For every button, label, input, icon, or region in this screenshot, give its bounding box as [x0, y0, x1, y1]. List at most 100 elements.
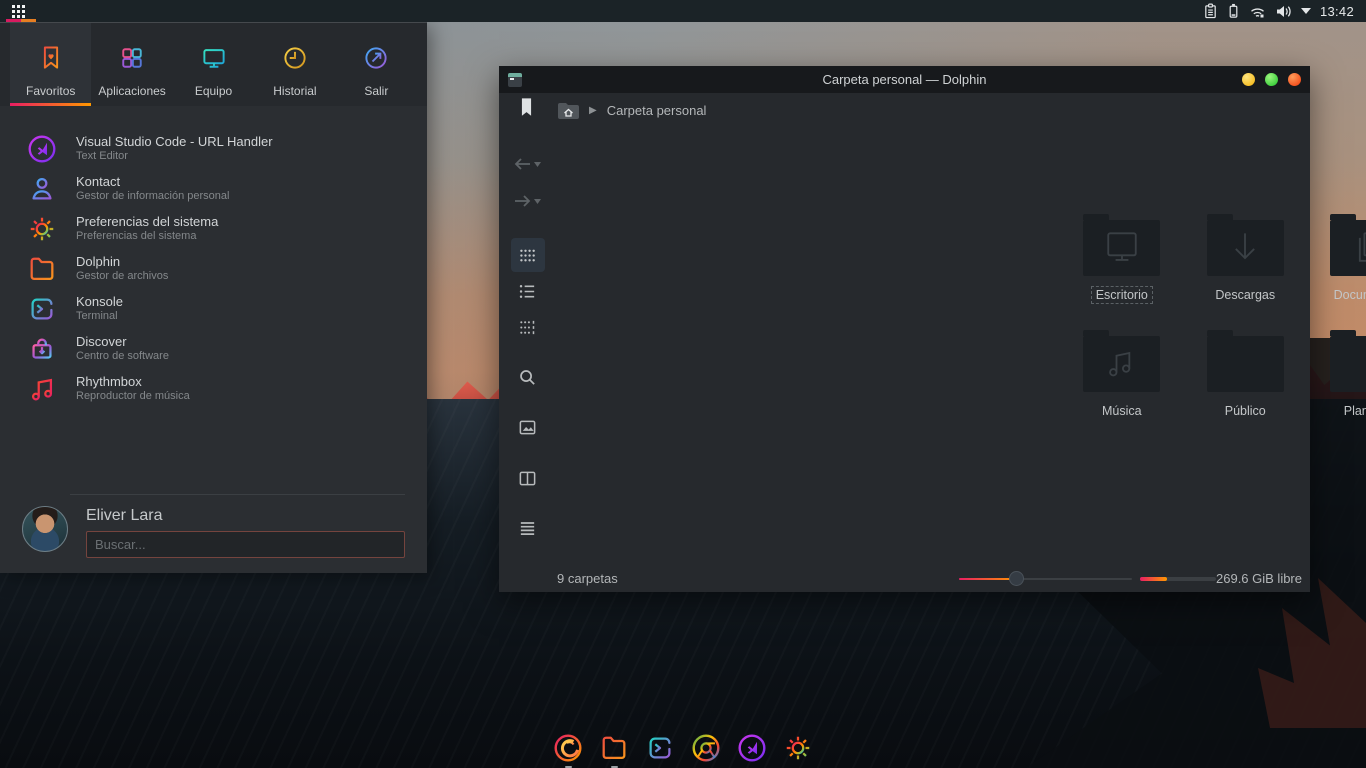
folder-descargas[interactable]: Descargas: [1184, 212, 1308, 328]
top-panel: 13:42: [0, 0, 1366, 22]
avatar[interactable]: [22, 506, 68, 552]
dock-konsole-button[interactable]: [645, 733, 675, 763]
app-subtitle: Gestor de información personal: [76, 190, 229, 204]
app-item-kontact[interactable]: KontactGestor de información personal: [0, 169, 427, 209]
folder-icon: [26, 253, 58, 285]
folder-documentos[interactable]: Documentos: [1307, 212, 1366, 328]
system-tray: 13:42: [1203, 3, 1366, 19]
search-input[interactable]: [86, 531, 405, 558]
search-button[interactable]: [511, 360, 545, 394]
breadcrumb-home-button[interactable]: [557, 101, 580, 120]
caret-down-icon: [534, 162, 541, 167]
favorites-app-list: Visual Studio Code - URL HandlerText Edi…: [0, 129, 427, 409]
list-view-button[interactable]: [511, 274, 545, 308]
details-view-button[interactable]: [511, 310, 545, 344]
tab-label: Salir: [364, 84, 388, 98]
folder-icon: [1330, 220, 1366, 276]
settings-gear-icon: [783, 733, 813, 763]
app-subtitle: Centro de software: [76, 350, 169, 364]
app-title: Kontact: [76, 174, 229, 190]
bookmark-icon[interactable]: [521, 97, 532, 123]
folder-icon: [1083, 336, 1160, 392]
vscode-icon: [26, 133, 58, 165]
menu-tab-bar: Favoritos Aplicaciones Equipo Historial …: [0, 23, 427, 106]
tab-aplicaciones[interactable]: Aplicaciones: [91, 23, 172, 106]
details-view-icon: [518, 318, 537, 337]
launcher-active-underline: [6, 19, 36, 22]
logout-arrow-icon: [362, 44, 390, 84]
folder-escritorio[interactable]: Escritorio: [1060, 212, 1184, 328]
clock-icon: [281, 44, 309, 84]
firefox-icon: [553, 733, 583, 763]
tab-label: Historial: [273, 84, 316, 98]
monitor-icon: [200, 44, 228, 84]
app-item-discover[interactable]: DiscoverCentro de software: [0, 329, 427, 369]
dock-settings-button[interactable]: [783, 733, 813, 763]
vscode-icon: [737, 733, 767, 763]
app-title: Discover: [76, 334, 169, 350]
app-title: Rhythmbox: [76, 374, 190, 390]
battery-icon[interactable]: [1227, 3, 1240, 19]
folder-plantillas[interactable]: Plantillas: [1307, 328, 1366, 444]
status-folder-count: 9 carpetas: [557, 571, 618, 586]
network-icon[interactable]: [1249, 4, 1266, 19]
forward-button[interactable]: [511, 184, 545, 218]
folder-icon: [1207, 220, 1284, 276]
minimize-button[interactable]: [1242, 73, 1255, 86]
tab-favoritos[interactable]: Favoritos: [10, 23, 91, 106]
music-emblem-icon: [1100, 345, 1144, 383]
maximize-button[interactable]: [1265, 73, 1278, 86]
tab-salir[interactable]: Salir: [336, 23, 417, 106]
back-button[interactable]: [511, 147, 545, 181]
dock-vscode-button[interactable]: [737, 733, 767, 763]
user-area: Eliver Lara: [0, 503, 427, 563]
dock-firefox-button[interactable]: [553, 733, 583, 763]
dock-chrome-button[interactable]: [691, 733, 721, 763]
folder-label: Documentos: [1329, 286, 1366, 304]
app-title: Preferencias del sistema: [76, 214, 218, 230]
zoom-slider[interactable]: [959, 578, 1132, 580]
window-buttons: [1242, 73, 1310, 86]
breadcrumb-chevron-icon: ▶: [589, 105, 597, 116]
folder-publico[interactable]: Público: [1184, 328, 1308, 444]
person-icon: [26, 173, 58, 205]
tab-historial[interactable]: Historial: [254, 23, 335, 106]
menu-divider: [70, 494, 405, 495]
status-bar: 9 carpetas 269.6 GiB libre: [499, 565, 1310, 592]
titlebar[interactable]: Carpeta personal — Dolphin: [499, 66, 1310, 93]
monitor-emblem-icon: [1100, 229, 1144, 267]
app-subtitle: Reproductor de música: [76, 390, 190, 404]
app-launcher-button[interactable]: [0, 0, 36, 22]
zoom-slider-handle[interactable]: [1009, 571, 1024, 586]
breadcrumb-location[interactable]: Carpeta personal: [607, 103, 707, 118]
tab-equipo[interactable]: Equipo: [173, 23, 254, 106]
app-item-vscode[interactable]: Visual Studio Code - URL HandlerText Edi…: [0, 129, 427, 169]
document-emblem-icon: [1347, 229, 1366, 267]
close-button[interactable]: [1288, 73, 1301, 86]
app-item-dolphin[interactable]: DolphinGestor de archivos: [0, 249, 427, 289]
clock[interactable]: 13:42: [1320, 4, 1354, 19]
location-toolbar: ▶ Carpeta personal: [499, 93, 1310, 127]
status-free-space: 269.6 GiB libre: [1216, 571, 1302, 586]
download-emblem-icon: [1223, 229, 1267, 267]
split-view-icon: [518, 469, 537, 488]
folder-musica[interactable]: Música: [1060, 328, 1184, 444]
app-item-preferencias[interactable]: Preferencias del sistemaPreferencias del…: [0, 209, 427, 249]
search-icon: [518, 368, 537, 387]
caret-down-icon[interactable]: [1301, 8, 1311, 14]
split-view-button[interactable]: [511, 461, 545, 495]
dolphin-window: Carpeta personal — Dolphin ▶ Carpeta per…: [499, 66, 1310, 592]
tab-label: Aplicaciones: [98, 84, 165, 98]
icons-view-button[interactable]: [511, 238, 545, 272]
preview-button[interactable]: [511, 410, 545, 444]
user-name: Eliver Lara: [86, 507, 162, 525]
menu-hamburger-button[interactable]: [511, 511, 545, 545]
app-item-rhythmbox[interactable]: RhythmboxReproductor de música: [0, 369, 427, 409]
app-item-konsole[interactable]: KonsoleTerminal: [0, 289, 427, 329]
clipboard-icon[interactable]: [1203, 3, 1218, 19]
dock-dolphin-button[interactable]: [599, 733, 629, 763]
tab-label: Favoritos: [26, 84, 75, 98]
app-title: Dolphin: [76, 254, 168, 270]
volume-icon[interactable]: [1275, 4, 1292, 19]
app-title: Konsole: [76, 294, 123, 310]
